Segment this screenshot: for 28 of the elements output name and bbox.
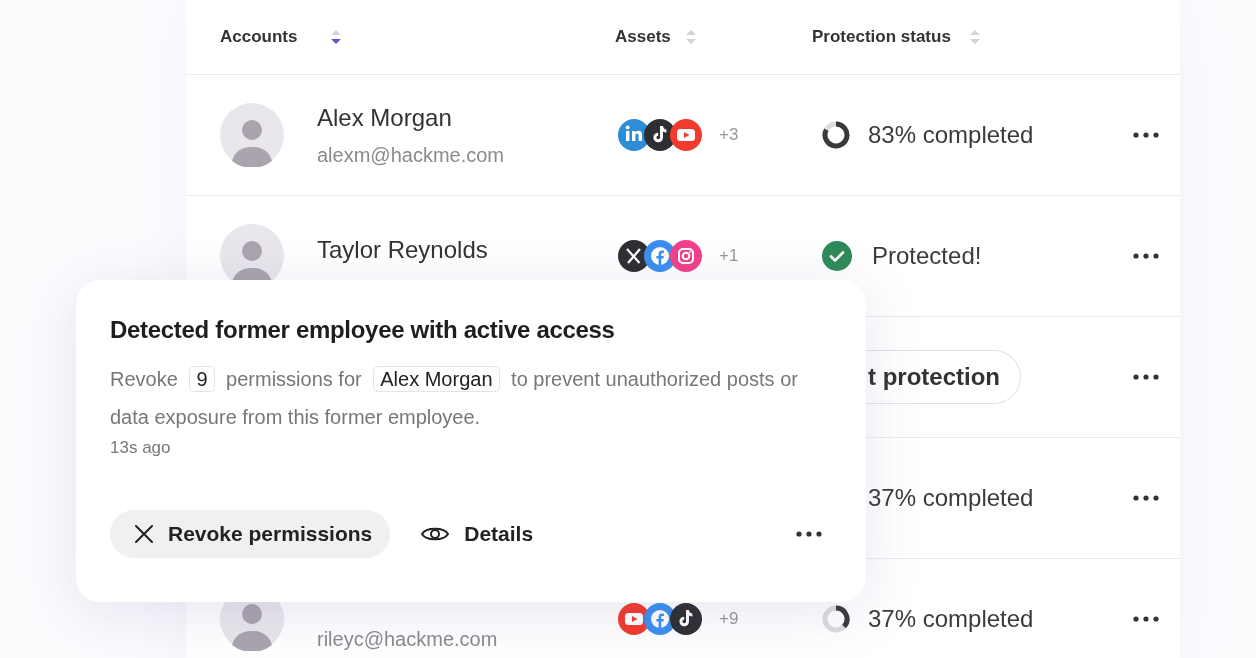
account-email: alexm@hackme.com (317, 143, 505, 167)
more-options-icon[interactable] (1133, 374, 1159, 380)
avatar (220, 103, 284, 167)
account-name: Alex Morgan (317, 103, 453, 132)
status-text: 83% completed (868, 121, 1034, 149)
alert-title: Detected former employee with active access (110, 316, 616, 344)
column-header[interactable]: Accounts (220, 27, 298, 47)
timestamp: 13s ago (110, 438, 172, 458)
column-header[interactable]: Protection status (812, 27, 951, 47)
asset-count: +3 (719, 125, 739, 145)
more-options-icon[interactable] (1133, 132, 1159, 138)
details-button[interactable]: Details (420, 510, 534, 558)
account-email: rileyc@hackme.com (317, 627, 498, 651)
account-name: Taylor Reynolds (317, 236, 488, 264)
more-options-icon[interactable] (1133, 495, 1159, 501)
more-options-icon[interactable] (796, 531, 822, 537)
protection-button[interactable]: t protection (866, 350, 1021, 404)
alert-message: Revoke 9 permissions for Alex Morgan to prevent unauthorized posts or data exposure from this former employee. (110, 365, 799, 430)
close-icon (134, 524, 154, 544)
asset-count: +1 (719, 246, 739, 266)
more-options-icon[interactable] (1133, 253, 1159, 259)
revoke-button[interactable]: Revoke permissions (110, 510, 391, 558)
status-text: 37% completed (868, 484, 1034, 512)
column-header[interactable]: Assets (615, 27, 671, 47)
asset-count: +9 (719, 609, 739, 629)
more-options-icon[interactable] (1133, 616, 1159, 622)
status-text: Protected! (872, 242, 982, 270)
status-text: 37% completed (868, 605, 1034, 633)
